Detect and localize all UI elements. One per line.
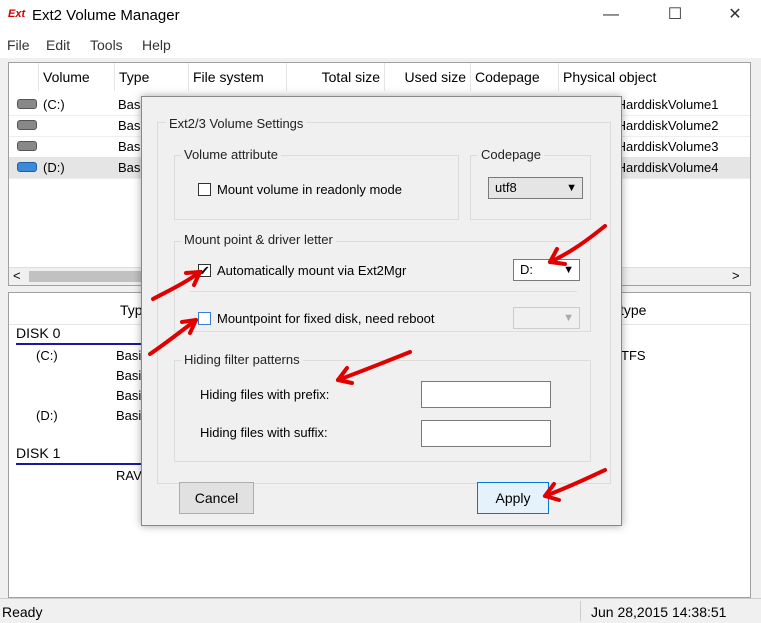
arrow-annotation-icon [148, 318, 198, 356]
arrow-annotation-icon [543, 468, 607, 502]
arrow-annotation-icon [548, 224, 607, 266]
arrow-annotation-icon [151, 270, 202, 301]
arrow-annotation-icon [336, 350, 412, 385]
annotation-overlay [148, 224, 607, 502]
